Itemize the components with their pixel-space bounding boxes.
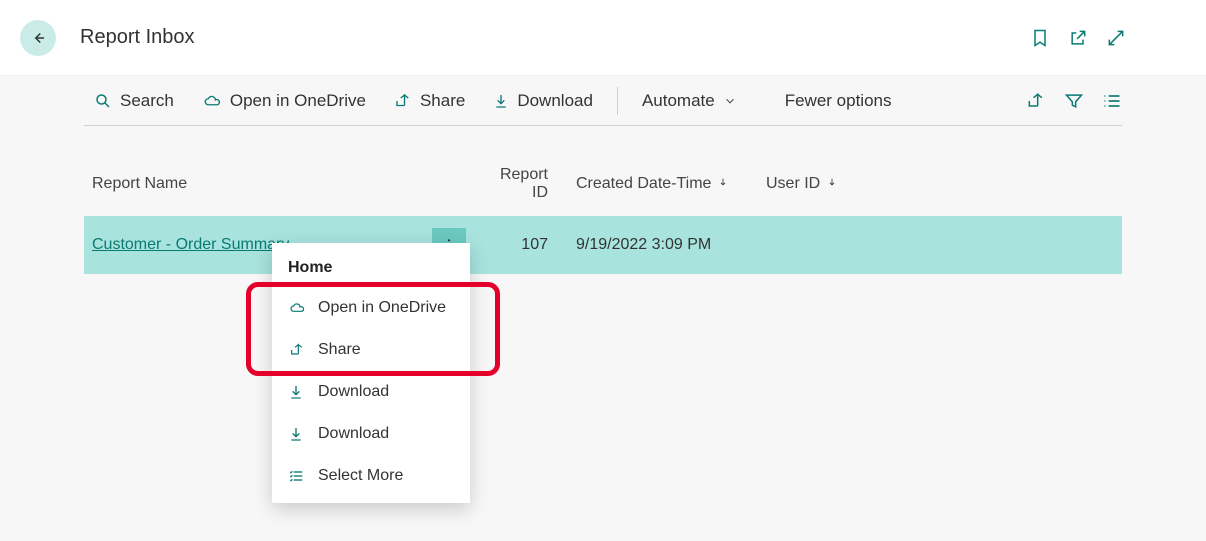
menu-item-label: Open in OneDrive bbox=[318, 299, 446, 317]
report-date-cell: 9/19/2022 3:09 PM bbox=[568, 216, 758, 274]
share-action-button[interactable] bbox=[1026, 91, 1046, 111]
download-icon bbox=[288, 426, 306, 442]
col-header-user-label: User ID bbox=[766, 175, 820, 192]
toolbar-wrap: Search Open in OneDrive Share Download A… bbox=[0, 76, 1206, 126]
menu-item-share[interactable]: Share bbox=[272, 329, 470, 371]
report-user-cell bbox=[758, 216, 1122, 274]
col-header-created[interactable]: Created Date-Time bbox=[568, 156, 758, 216]
list-view-button[interactable] bbox=[1102, 91, 1122, 111]
list-icon bbox=[1102, 91, 1122, 111]
download-icon bbox=[493, 92, 509, 110]
menu-item-download-2[interactable]: Download bbox=[272, 413, 470, 455]
arrow-down-icon bbox=[718, 176, 728, 188]
automate-label: Automate bbox=[642, 91, 715, 111]
col-header-name[interactable]: Report Name bbox=[84, 156, 474, 216]
share-button[interactable]: Share bbox=[384, 85, 475, 117]
cloud-icon bbox=[288, 300, 306, 316]
open-onedrive-label: Open in OneDrive bbox=[230, 91, 366, 111]
fewer-options-button[interactable]: Fewer options bbox=[775, 85, 902, 117]
arrow-left-icon bbox=[29, 29, 47, 47]
download-icon bbox=[288, 384, 306, 400]
download-label: Download bbox=[517, 91, 593, 111]
share-arrow-icon bbox=[1026, 91, 1046, 111]
report-table: Report Name Report ID Created Date-Time … bbox=[84, 156, 1122, 274]
header-actions bbox=[1030, 28, 1126, 48]
download-button[interactable]: Download bbox=[483, 85, 603, 117]
arrow-down-icon bbox=[827, 176, 837, 188]
report-id-cell: 107 bbox=[474, 216, 568, 274]
report-name-link[interactable]: Customer - Order Summary bbox=[92, 236, 289, 253]
open-onedrive-button[interactable]: Open in OneDrive bbox=[192, 85, 376, 117]
back-button[interactable] bbox=[20, 20, 56, 56]
bookmark-icon bbox=[1030, 28, 1050, 48]
toolbar-right bbox=[1026, 91, 1122, 111]
fewer-options-label: Fewer options bbox=[785, 91, 892, 111]
popout-icon bbox=[1068, 28, 1088, 48]
chevron-down-icon bbox=[723, 94, 737, 108]
share-label: Share bbox=[420, 91, 465, 111]
share-icon bbox=[288, 342, 306, 358]
col-header-id-label: Report ID bbox=[500, 166, 548, 201]
expand-button[interactable] bbox=[1106, 28, 1126, 48]
automate-button[interactable]: Automate bbox=[632, 85, 747, 117]
col-header-id[interactable]: Report ID bbox=[474, 156, 568, 216]
context-menu-header: Home bbox=[272, 249, 470, 287]
filter-icon bbox=[1064, 91, 1084, 111]
command-bar: Search Open in OneDrive Share Download A… bbox=[84, 76, 1122, 126]
select-more-icon bbox=[288, 468, 306, 484]
context-menu: Home Open in OneDrive Share Download Dow… bbox=[272, 243, 470, 503]
menu-item-label: Share bbox=[318, 341, 361, 359]
search-button[interactable]: Search bbox=[84, 85, 184, 117]
app-header: Report Inbox bbox=[0, 0, 1206, 76]
search-icon bbox=[94, 92, 112, 110]
share-icon bbox=[394, 92, 412, 110]
menu-item-label: Download bbox=[318, 425, 389, 443]
content-area: Report Name Report ID Created Date-Time … bbox=[0, 126, 1206, 274]
search-label: Search bbox=[120, 91, 174, 111]
table-row[interactable]: Customer - Order Summary 107 9/19/2022 3… bbox=[84, 216, 1122, 274]
menu-item-open-onedrive[interactable]: Open in OneDrive bbox=[272, 287, 470, 329]
expand-icon bbox=[1106, 28, 1126, 48]
menu-item-download[interactable]: Download bbox=[272, 371, 470, 413]
col-header-user[interactable]: User ID bbox=[758, 156, 1122, 216]
col-header-name-label: Report Name bbox=[92, 175, 187, 192]
menu-item-label: Download bbox=[318, 383, 389, 401]
popout-button[interactable] bbox=[1068, 28, 1088, 48]
page-title: Report Inbox bbox=[80, 26, 1030, 49]
toolbar-divider bbox=[617, 87, 618, 115]
filter-button[interactable] bbox=[1064, 91, 1084, 111]
bookmark-button[interactable] bbox=[1030, 28, 1050, 48]
cloud-icon bbox=[202, 92, 222, 110]
menu-item-label: Select More bbox=[318, 467, 403, 485]
col-header-created-label: Created Date-Time bbox=[576, 175, 711, 192]
menu-item-select-more[interactable]: Select More bbox=[272, 455, 470, 497]
table-header-row: Report Name Report ID Created Date-Time … bbox=[84, 156, 1122, 216]
